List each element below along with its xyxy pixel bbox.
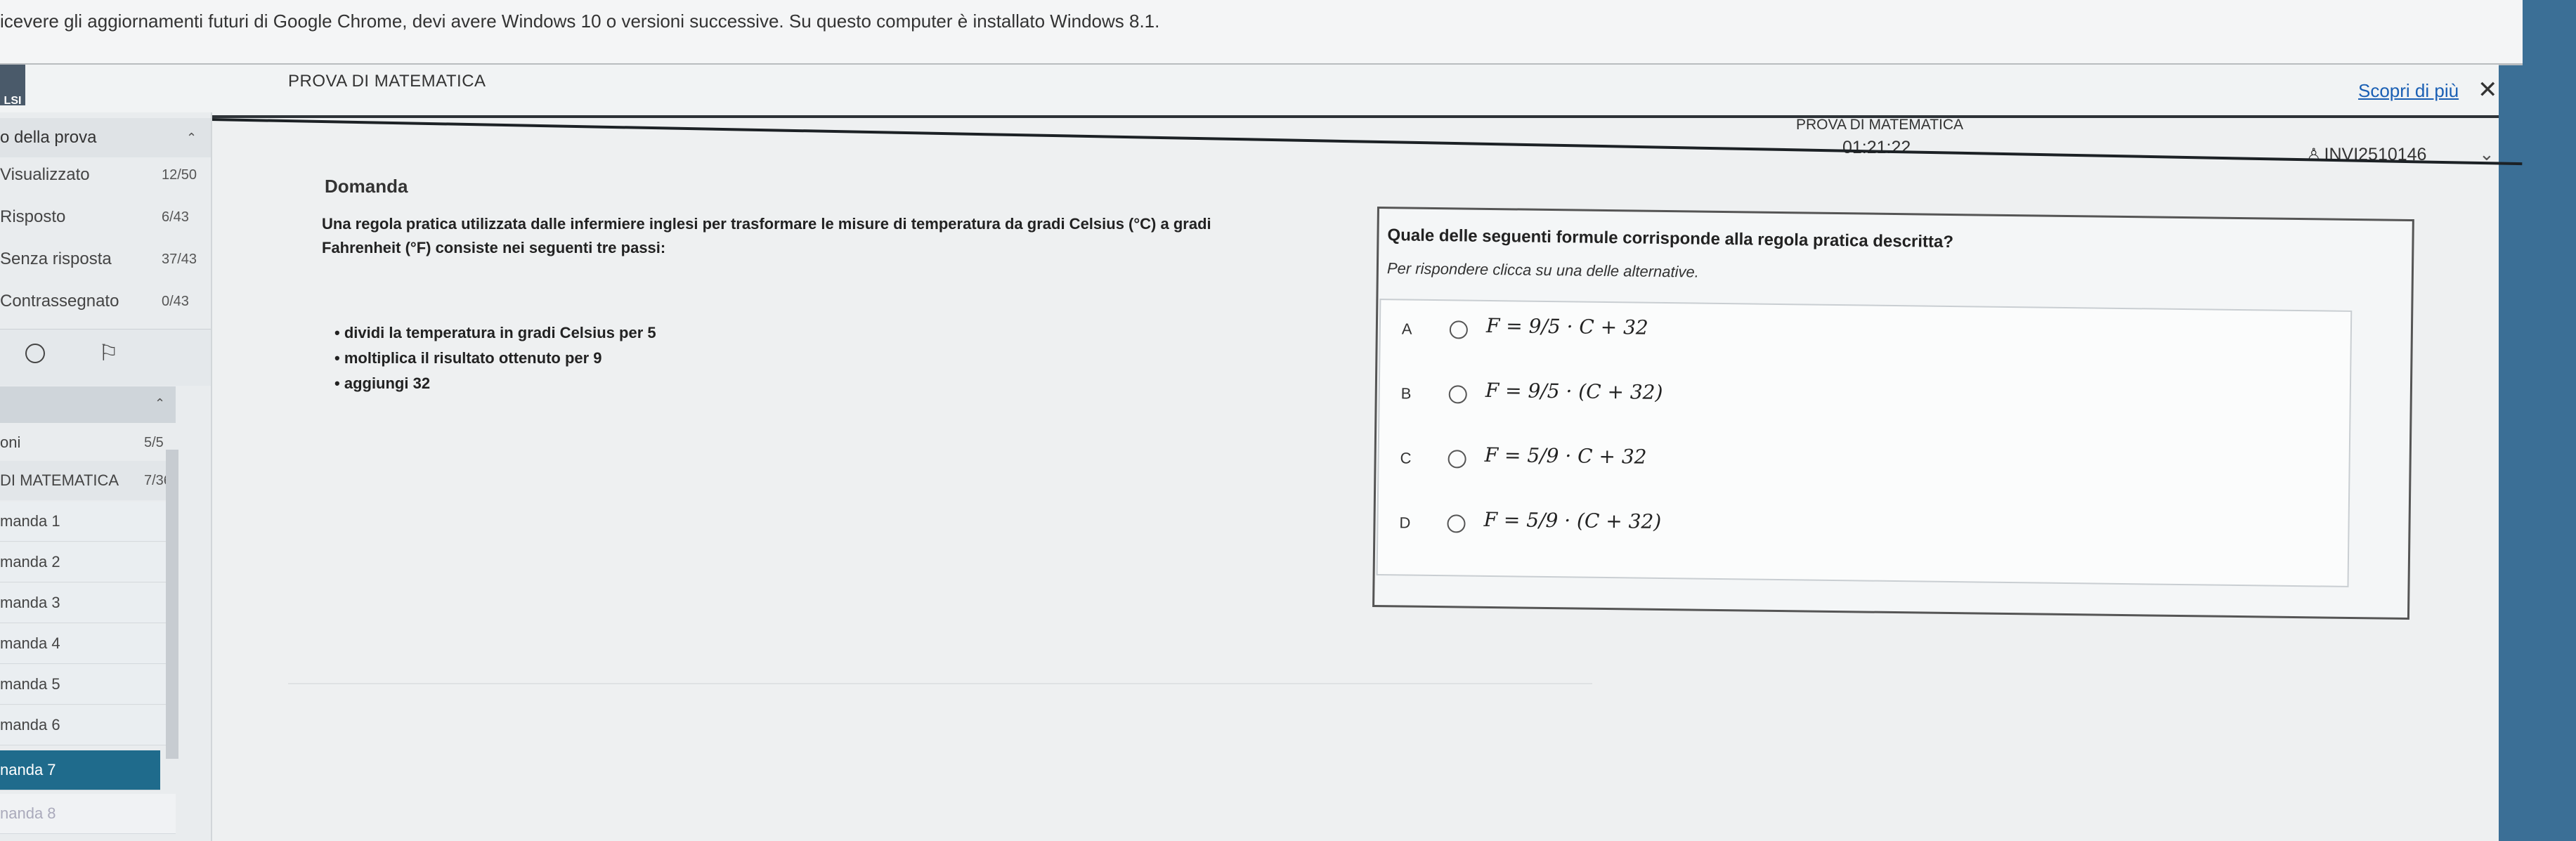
banner-message: icevere gli aggiornamenti futuri di Goog…	[0, 11, 1160, 32]
question-text-line: Una regola pratica utilizzata dalle infe…	[322, 215, 1211, 233]
exam-title: PROVA DI MATEMATICA	[288, 72, 486, 91]
sidebar-scrollbar[interactable]	[166, 450, 178, 759]
answer-instruction: Per rispondere clicca su una delle alter…	[1386, 259, 1699, 281]
question-nav-item[interactable]: manda 5	[0, 665, 176, 705]
close-banner-button[interactable]: ✕	[2478, 76, 2498, 104]
question-nav-label: manda 1	[0, 512, 60, 530]
question-nav-item-active[interactable]: nanda 7	[0, 750, 160, 790]
stat-flagged: Contrassegnato 0/43	[0, 284, 211, 319]
step-item: dividi la temperatura in gradi Celsius p…	[334, 320, 656, 346]
step-item: moltiplica il risultato ottenuto per 9	[334, 346, 656, 371]
radio-button[interactable]	[1448, 385, 1467, 404]
question-nav-item[interactable]: manda 1	[0, 502, 176, 542]
radio-button[interactable]	[1448, 450, 1466, 469]
question-nav-label: manda 3	[0, 594, 60, 611]
option-letter: A	[1401, 320, 1412, 338]
steps-list: dividi la temperatura in gradi Celsius p…	[334, 320, 656, 396]
app-header: LSI PROVA DI MATEMATICA	[0, 65, 2499, 118]
section-label: DI MATEMATICA	[0, 471, 119, 489]
option-formula: F = 9/5 · C + 32	[1485, 313, 1648, 339]
filter-tools: ⚐	[0, 329, 211, 386]
main-content: Domanda Una regola pratica utilizzata da…	[211, 121, 2494, 841]
option-formula: F = 9/5 · (C + 32)	[1485, 378, 1663, 404]
stat-value: 12/50	[162, 167, 197, 183]
flag-icon[interactable]: ⚐	[98, 339, 119, 366]
stat-value: 37/43	[162, 252, 197, 267]
option-letter: B	[1400, 384, 1412, 403]
app-logo: LSI	[0, 65, 25, 107]
stat-viewed: Visualizzato 12/50	[0, 157, 211, 193]
answer-options: A F = 9/5 · C + 32 B F = 9/5 · (C + 32) …	[1376, 299, 2353, 587]
step-item: aggiungi 32	[334, 371, 656, 396]
section-item[interactable]: DI MATEMATICA 7/36	[0, 461, 176, 500]
exam-overview-header[interactable]: o della prova ⌃	[0, 118, 211, 157]
question-nav-label: nanda 8	[0, 804, 56, 822]
radio-button[interactable]	[1447, 514, 1466, 533]
question-nav-label: manda 6	[0, 716, 60, 734]
learn-more-link[interactable]: Scopri di più	[2358, 80, 2459, 102]
section-item[interactable]: oni 5/5	[0, 423, 176, 462]
stat-value: 0/43	[162, 294, 189, 309]
question-nav-item[interactable]: manda 3	[0, 583, 176, 623]
answer-panel: Quale delle seguenti formule corrisponde…	[1372, 207, 2414, 620]
stat-label: Visualizzato	[0, 165, 90, 184]
question-nav-label: manda 2	[0, 553, 60, 571]
exam-overview-title: o della prova	[0, 128, 97, 147]
option-letter: D	[1399, 514, 1411, 532]
radio-button[interactable]	[1449, 320, 1469, 339]
answer-prompt: Quale delle seguenti formule corrisponde…	[1387, 226, 1954, 252]
section-label: oni	[0, 433, 21, 451]
chevron-up-icon: ⌃	[186, 131, 197, 145]
section-count: 5/5	[144, 435, 164, 450]
option-formula: F = 5/9 · C + 32	[1484, 443, 1647, 469]
stat-value: 6/43	[162, 209, 189, 225]
stat-label: Senza risposta	[0, 249, 112, 268]
question-text-line: Fahrenheit (°F) consiste nei seguenti tr…	[322, 239, 666, 256]
window-edge	[2499, 0, 2576, 841]
option-letter: C	[1400, 449, 1412, 467]
answer-option-d[interactable]: D F = 5/9 · (C + 32)	[1378, 497, 2348, 572]
stat-label: Contrassegnato	[0, 292, 119, 311]
chrome-update-banner: icevere gli aggiornamenti futuri di Goog…	[0, 0, 2523, 65]
question-nav-item[interactable]: manda 2	[0, 542, 176, 582]
question-nav-item[interactable]: nanda 8	[0, 794, 176, 834]
question-nav-label: manda 4	[0, 634, 60, 652]
stat-unanswered: Senza risposta 37/43	[0, 242, 211, 277]
stat-label: Risposto	[0, 207, 66, 226]
answer-option-a[interactable]: A F = 9/5 · C + 32	[1380, 303, 2350, 378]
answer-option-b[interactable]: B F = 9/5 · (C + 32)	[1379, 367, 2350, 443]
question-nav-label: manda 5	[0, 675, 60, 693]
sections-header[interactable]: ⌃	[0, 386, 176, 423]
question-heading: Domanda	[325, 176, 408, 197]
question-nav-label: nanda 7	[0, 761, 56, 778]
question-nav-item[interactable]: manda 4	[0, 624, 176, 664]
option-formula: F = 5/9 · (C + 32)	[1483, 507, 1662, 533]
unanswered-filter-icon[interactable]	[25, 344, 45, 363]
chevron-up-icon: ⌃	[155, 396, 166, 410]
question-text: Una regola pratica utilizzata dalle infe…	[322, 212, 1418, 260]
answer-option-c[interactable]: C F = 5/9 · C + 32	[1379, 432, 2349, 507]
question-nav-item[interactable]: manda 6	[0, 705, 176, 745]
stat-answered: Risposto 6/43	[0, 200, 211, 235]
